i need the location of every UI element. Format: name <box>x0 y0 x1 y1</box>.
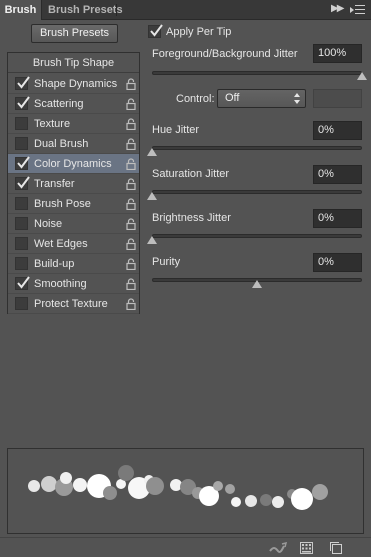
checkmark-icon <box>150 24 163 37</box>
brush-settings-item[interactable]: Texture <box>8 114 139 134</box>
brush-stroke-preview-image <box>28 465 328 510</box>
brush-settings-item-label: Smoothing <box>34 278 87 290</box>
brush-settings-item[interactable]: Color Dynamics <box>8 154 139 174</box>
checkmark-icon <box>17 96 30 109</box>
checkmark-icon <box>17 76 30 89</box>
enable-checkbox[interactable] <box>15 156 30 170</box>
brush-settings-item[interactable]: Wet Edges <box>8 234 139 254</box>
enable-checkbox[interactable] <box>15 217 28 230</box>
lock-icon[interactable] <box>126 218 136 231</box>
purity-input[interactable]: 0% <box>313 253 362 272</box>
control-value-input-disabled <box>313 89 362 108</box>
brush-settings-item-label: Build-up <box>34 258 75 270</box>
brightness-jitter-slider-thumb[interactable] <box>147 236 157 244</box>
apply-per-tip-label: Apply Per Tip <box>166 26 232 38</box>
apply-per-tip-checkbox[interactable] <box>148 24 163 38</box>
brush-settings-item-label: Protect Texture <box>34 298 108 310</box>
brush-stroke-preview <box>7 448 364 534</box>
brush-settings-item-label: Dual Brush <box>34 138 89 150</box>
lock-icon[interactable] <box>126 158 136 171</box>
fg-bg-jitter-slider[interactable] <box>152 71 362 75</box>
purity-label: Purity <box>152 256 181 268</box>
fg-bg-jitter-slider-thumb[interactable] <box>357 72 367 80</box>
brush-settings-item[interactable]: Protect Texture <box>8 294 139 314</box>
tab-brush-presets[interactable]: Brush Presets <box>48 0 123 20</box>
brightness-jitter-input[interactable]: 0% <box>313 209 362 228</box>
lock-icon[interactable] <box>126 238 136 251</box>
enable-checkbox[interactable] <box>15 276 30 290</box>
brush-tip-shape-item[interactable]: Brush Tip Shape <box>8 53 139 73</box>
enable-checkbox[interactable] <box>15 76 30 90</box>
enable-checkbox[interactable] <box>15 96 30 110</box>
lock-icon[interactable] <box>126 298 136 311</box>
lock-icon[interactable] <box>126 138 136 151</box>
lock-icon[interactable] <box>126 78 136 91</box>
brush-settings-item[interactable]: Scattering <box>8 94 139 114</box>
checkmark-icon <box>17 156 30 169</box>
brush-settings-item-label: Scattering <box>34 98 84 110</box>
enable-checkbox[interactable] <box>15 137 28 150</box>
hue-jitter-slider[interactable] <box>152 146 362 150</box>
brush-settings-item-label: Shape Dynamics <box>34 78 118 90</box>
hue-jitter-label: Hue Jitter <box>152 124 200 136</box>
brush-settings-item[interactable]: Transfer <box>8 174 139 194</box>
lock-icon[interactable] <box>126 98 136 111</box>
tab-brush[interactable]: Brush <box>0 0 42 20</box>
panel-bottom-toolbar <box>0 537 371 557</box>
brush-settings-item-label: Noise <box>34 218 63 230</box>
lock-icon[interactable] <box>126 258 136 271</box>
enable-checkbox[interactable] <box>15 237 28 250</box>
hue-jitter-slider-thumb[interactable] <box>147 148 157 156</box>
saturation-jitter-input[interactable]: 0% <box>313 165 362 184</box>
checkmark-icon <box>17 176 30 189</box>
brush-settings-item[interactable]: Build-up <box>8 254 139 274</box>
brightness-jitter-slider[interactable] <box>152 234 362 238</box>
double-chevron-right-icon[interactable]: ▶▶ <box>331 3 344 14</box>
enable-checkbox[interactable] <box>15 297 28 310</box>
brush-settings-item[interactable]: Brush Pose <box>8 194 139 214</box>
fg-bg-jitter-input[interactable]: 100% <box>313 44 362 63</box>
lock-icon[interactable] <box>126 278 136 291</box>
brush-settings-item-label: Transfer <box>34 178 75 190</box>
lock-icon[interactable] <box>126 118 136 131</box>
brush-settings-item[interactable]: Noise <box>8 214 139 234</box>
brush-settings-item-label: Brush Pose <box>34 198 91 210</box>
brush-settings-item-label: Wet Edges <box>34 238 88 250</box>
enable-checkbox[interactable] <box>15 117 28 130</box>
panel-tab-bar: Brush Brush Presets ▶▶ <box>0 0 371 20</box>
enable-checkbox[interactable] <box>15 176 30 190</box>
lock-icon[interactable] <box>126 198 136 211</box>
checkmark-icon <box>17 276 30 289</box>
saturation-jitter-slider[interactable] <box>152 190 362 194</box>
brush-settings-item[interactable]: Shape Dynamics <box>8 74 139 94</box>
brush-presets-button[interactable]: Brush Presets <box>31 24 118 43</box>
brush-settings-item[interactable]: Dual Brush <box>8 134 139 154</box>
create-new-brush-icon[interactable] <box>330 542 342 554</box>
brightness-jitter-label: Brightness Jitter <box>152 212 231 224</box>
control-dropdown-value: Off <box>225 92 240 104</box>
purity-slider-thumb[interactable] <box>252 280 262 288</box>
saturation-jitter-slider-thumb[interactable] <box>147 192 157 200</box>
fg-bg-jitter-label: Foreground/Background Jitter <box>152 48 298 60</box>
brush-settings-item-label: Texture <box>34 118 71 130</box>
tab-separator <box>116 4 117 16</box>
toggle-live-tip-preview-icon[interactable] <box>269 542 287 554</box>
enable-checkbox[interactable] <box>15 257 28 270</box>
brush-settings-item-label: Color Dynamics <box>34 158 112 170</box>
enable-checkbox[interactable] <box>15 197 28 210</box>
lock-icon[interactable] <box>126 178 136 191</box>
hue-jitter-input[interactable]: 0% <box>313 121 362 140</box>
control-dropdown[interactable]: Off <box>217 89 306 108</box>
saturation-jitter-label: Saturation Jitter <box>152 168 230 180</box>
panel-menu-icon[interactable] <box>350 5 365 15</box>
brush-settings-list: Brush Tip Shape Shape Dynamics Scattering… <box>7 52 140 314</box>
show-selected-brush-preset-icon[interactable] <box>300 542 313 554</box>
brush-settings-item[interactable]: Smoothing <box>8 274 139 294</box>
updown-arrows-icon <box>294 93 300 105</box>
control-label: Control: <box>176 93 215 105</box>
